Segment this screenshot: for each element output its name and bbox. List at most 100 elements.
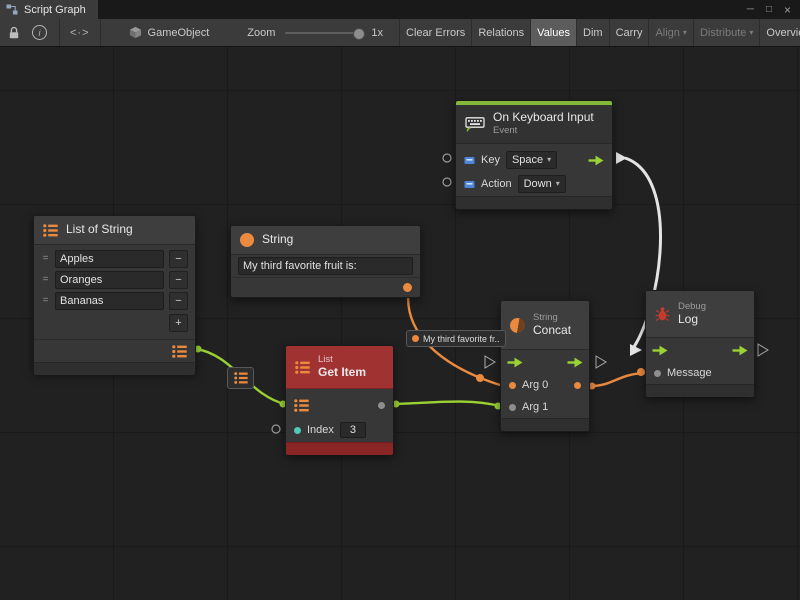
add-item-button[interactable]: + <box>169 314 188 332</box>
info-icon[interactable]: i <box>32 25 47 40</box>
node-on-keyboard-input[interactable]: On Keyboard Input Event Key Space ▾ Acti… <box>455 100 613 210</box>
distribute-label: Distribute <box>700 27 746 39</box>
dim-button[interactable]: Dim <box>576 19 609 46</box>
values-button[interactable]: Values <box>530 19 576 46</box>
node-header[interactable]: String <box>231 226 420 255</box>
carry-button[interactable]: Carry <box>609 19 649 46</box>
toolbar-separator <box>59 19 60 46</box>
align-button[interactable]: Align ▾ <box>648 19 692 46</box>
index-value-field[interactable]: 3 <box>340 422 366 438</box>
list-output-port[interactable] <box>172 345 187 358</box>
string-type-icon <box>510 318 525 333</box>
remove-item-button-2[interactable]: − <box>169 292 188 310</box>
window-minimize-button[interactable]: ─ <box>747 4 754 15</box>
clear-errors-label: Clear Errors <box>406 27 465 39</box>
flow-out-port[interactable] <box>588 155 604 166</box>
dim-label: Dim <box>583 27 603 39</box>
clear-errors-button[interactable]: Clear Errors <box>399 19 471 46</box>
key-dropdown[interactable]: Space ▾ <box>506 151 557 169</box>
lock-icon[interactable] <box>8 26 20 40</box>
script-graph-window: Script Graph ─ □ × i <·> GameObject Zoom… <box>0 0 800 600</box>
relations-label: Relations <box>478 27 524 39</box>
values-label: Values <box>537 27 570 39</box>
drag-handle-icon[interactable]: = <box>41 253 50 264</box>
keycode-type-icon <box>464 156 475 165</box>
tab-script-graph[interactable]: Script Graph <box>0 0 98 19</box>
toolbar-separator <box>100 19 101 46</box>
caret-down-icon: ▾ <box>683 29 687 37</box>
relations-button[interactable]: Relations <box>471 19 530 46</box>
node-header[interactable]: Debug Log <box>646 291 754 338</box>
arg1-label: Arg 1 <box>522 401 548 413</box>
script-graph-icon <box>6 4 18 15</box>
node-title: Concat <box>533 324 571 338</box>
remove-item-button-1[interactable]: − <box>169 271 188 289</box>
remove-item-button-0[interactable]: − <box>169 250 188 268</box>
node-debug-log[interactable]: Debug Log Message <box>645 290 755 397</box>
flow-out-port[interactable] <box>567 357 583 368</box>
list-item-field-2[interactable]: Bananas <box>55 292 164 310</box>
node-footer <box>286 442 393 455</box>
gameobject-label[interactable]: GameObject <box>148 27 210 39</box>
wire-value-text: My third favorite fr... <box>423 334 500 344</box>
node-header[interactable]: On Keyboard Input Event <box>456 105 612 144</box>
node-title: Log <box>678 313 706 327</box>
caret-down-icon: ▾ <box>556 180 560 188</box>
node-title: String <box>262 233 293 247</box>
zoom-label: Zoom <box>247 27 275 39</box>
arg0-label: Arg 0 <box>522 379 548 391</box>
drag-handle-icon[interactable]: = <box>41 274 50 285</box>
overview-label: Overview <box>766 27 800 39</box>
align-label: Align <box>655 27 679 39</box>
window-close-button[interactable]: × <box>784 3 791 17</box>
node-title: Get Item <box>318 366 366 380</box>
flow-out-port[interactable] <box>732 345 748 356</box>
node-concat[interactable]: String Concat Arg 0 Arg 1 <box>500 300 590 432</box>
action-dropdown[interactable]: Down ▾ <box>518 175 566 193</box>
code-icon[interactable]: <·> <box>70 27 90 39</box>
message-input-port[interactable] <box>654 370 661 377</box>
string-value-field[interactable]: My third favorite fruit is: <box>238 257 413 275</box>
node-footer <box>646 384 754 397</box>
titlebar: Script Graph ─ □ × <box>0 0 800 19</box>
list-icon <box>43 224 58 237</box>
list-icon <box>234 372 248 384</box>
node-title: On Keyboard Input <box>493 111 594 125</box>
list-item-field-1[interactable]: Oranges <box>55 271 164 289</box>
node-string-literal[interactable]: String My third favorite fruit is: <box>230 225 421 298</box>
window-maximize-button[interactable]: □ <box>766 4 772 15</box>
window-controls: ─ □ × <box>747 0 800 19</box>
index-input-port[interactable] <box>294 427 301 434</box>
node-get-item[interactable]: List Get Item Index 3 <box>285 345 394 455</box>
list-input-port[interactable] <box>294 399 309 412</box>
node-list-of-string[interactable]: List of String = Apples − = Oranges − = … <box>33 215 196 373</box>
tab-title: Script Graph <box>24 4 86 16</box>
arg0-input-port[interactable] <box>509 382 516 389</box>
list-icon <box>295 361 310 374</box>
node-footer <box>456 196 612 209</box>
carry-label: Carry <box>616 27 643 39</box>
message-label: Message <box>667 367 712 379</box>
result-output-port[interactable] <box>574 382 581 389</box>
item-output-port[interactable] <box>378 402 385 409</box>
toolbar-buttons: Clear Errors Relations Values Dim Carry … <box>399 19 800 46</box>
wire-value-badge-list <box>227 367 254 389</box>
overview-button[interactable]: Overview <box>759 19 800 46</box>
action-value: Down <box>524 178 552 190</box>
flow-in-port[interactable] <box>507 357 523 368</box>
list-item-field-0[interactable]: Apples <box>55 250 164 268</box>
zoom-knob[interactable] <box>353 28 365 40</box>
flow-in-port[interactable] <box>652 345 668 356</box>
index-label: Index <box>307 424 334 436</box>
arg1-input-port[interactable] <box>509 404 516 411</box>
distribute-button[interactable]: Distribute▾ <box>693 19 759 46</box>
node-footer <box>501 418 589 431</box>
drag-handle-icon[interactable]: = <box>41 295 50 306</box>
string-output-port[interactable] <box>403 283 412 292</box>
node-header[interactable]: String Concat <box>501 301 589 350</box>
key-label: Key <box>481 154 500 166</box>
node-header[interactable]: List of String <box>34 216 195 245</box>
node-header[interactable]: List Get Item <box>286 346 393 389</box>
action-label: Action <box>481 178 512 190</box>
zoom-slider[interactable] <box>285 32 363 34</box>
